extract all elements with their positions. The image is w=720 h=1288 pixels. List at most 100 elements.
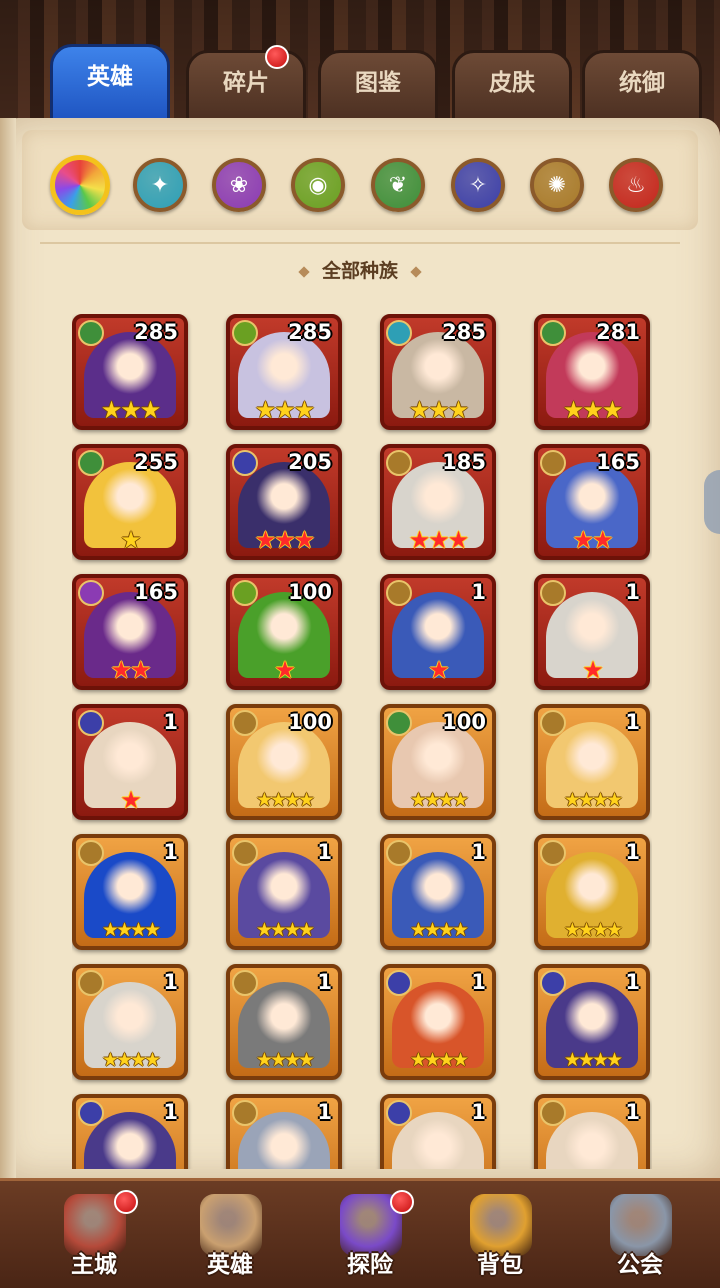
star-rating: ★★★★ [101,1049,161,1071]
hero-card[interactable]: 1 [380,1094,496,1169]
hero-card[interactable]: 1 [226,1094,342,1169]
star-rating: ★ [120,526,142,554]
race-badge-icon [386,450,412,476]
hero-level: 1 [625,710,640,734]
hero-level: 165 [596,450,640,474]
hero-level: 1 [317,970,332,994]
nav-castle[interactable]: 主城 [34,1190,154,1285]
hero-card[interactable]: 1 ★ [380,574,496,690]
nav-label: 背包 [477,1252,523,1278]
race-badge-icon [540,580,566,606]
all-races-icon[interactable] [50,155,110,215]
hero-card[interactable]: 1 ★★★★ [72,834,188,950]
hero-card[interactable]: 165 ★★ [72,574,188,690]
hero-card[interactable]: 185 ★★★ [380,444,496,560]
tab-label: 皮肤 [489,70,535,96]
race-badge-icon [232,710,258,736]
side-drawer-handle[interactable] [704,470,720,534]
hero-card[interactable]: 1 ★★★★ [380,834,496,950]
hero-card[interactable]: 1 ★ [534,574,650,690]
hero-card[interactable]: 100 ★★★★ [380,704,496,820]
hero-card[interactable]: 1 ★★★★ [226,834,342,950]
diamond-right-icon [410,265,422,278]
notification-dot-icon [390,1190,414,1214]
star-rating: ★★★★ [409,789,469,811]
hero-card[interactable]: 1 ★★★★ [534,834,650,950]
hero-card[interactable]: 1 ★★★★ [534,964,650,1080]
star-rating: ★★★★ [563,789,623,811]
race-badge-icon [540,320,566,346]
hero-card[interactable]: 1 ★★★★ [72,964,188,1080]
eye-race-icon[interactable]: ◉ [291,158,345,212]
hero-level: 255 [134,450,178,474]
hero-level: 1 [163,1100,178,1124]
hero-level: 165 [134,580,178,604]
hero-card[interactable]: 1 ★★★★ [380,964,496,1080]
race-badge-icon [78,970,104,996]
hero-level: 285 [134,320,178,344]
star-rating: ★★★★ [255,789,315,811]
hero-level: 100 [288,710,332,734]
dark-race-icon[interactable]: ✧ [451,158,505,212]
tab-2[interactable]: 碎片 [186,45,306,128]
hero-level: 1 [317,840,332,864]
fire-race-icon[interactable]: ♨ [609,158,663,212]
tab-1[interactable]: 英雄 [50,44,170,122]
star-rating: ★★★★ [255,1049,315,1071]
hero-card[interactable]: 285 ★★★ [226,314,342,430]
hero-card[interactable]: 281 ★★★ [534,314,650,430]
hero-card[interactable]: 205 ★★★ [226,444,342,560]
hero-level: 205 [288,450,332,474]
race-badge-icon [232,840,258,866]
race-badge-icon [78,580,104,606]
hero-card[interactable]: 100 ★★★★ [226,704,342,820]
hero-card[interactable]: 285 ★★★ [380,314,496,430]
star-rating: ★★★★ [409,1049,469,1071]
nav-label: 探险 [347,1252,393,1278]
hero-level: 285 [442,320,486,344]
nav-hero-portrait[interactable]: 英雄 [170,1190,290,1285]
hero-grid: 285 ★★★ 285 ★★★ 285 ★★★ 281 ★★★ 255 ★ 205 ★★★ 185 ★★★… [72,314,652,1169]
tab-3[interactable]: 图鉴 [318,50,438,128]
hero-level: 1 [625,840,640,864]
nav-backpack[interactable]: 背包 [440,1190,560,1285]
hero-level: 1 [163,710,178,734]
star-rating: ★ [428,656,450,684]
notification-dot-icon [265,45,289,69]
hero-card[interactable]: 255 ★ [72,444,188,560]
tab-5[interactable]: 统御 [582,50,702,128]
top-tabs: 英雄 碎片 图鉴 皮肤 统御 [50,40,702,130]
hero-card[interactable]: 165 ★★ [534,444,650,560]
hero-card[interactable]: 1 [534,1094,650,1169]
star-rating: ★★★ [100,396,162,424]
hero-card[interactable]: 1 ★★★★ [226,964,342,1080]
water-race-icon[interactable]: ✦ [133,158,187,212]
leaf-race-icon[interactable]: ❦ [371,158,425,212]
hero-card[interactable]: 1 ★★★★ [534,704,650,820]
star-rating: ★★★★ [101,919,161,941]
tab-4[interactable]: 皮肤 [452,50,572,128]
star-rating: ★★★ [408,526,470,554]
nav-label: 主城 [71,1252,117,1278]
hero-level: 1 [625,1100,640,1124]
star-rating: ★★ [110,656,151,684]
race-badge-icon [78,840,104,866]
nav-portal[interactable]: 探险 [310,1190,430,1285]
nav-label: 英雄 [207,1252,253,1278]
light-race-icon[interactable]: ✺ [530,158,584,212]
hero-card[interactable]: 1 [72,1094,188,1169]
hero-card[interactable]: 100 ★ [226,574,342,690]
star-rating: ★★★ [408,396,470,424]
tab-label: 统御 [619,70,665,96]
hero-level: 1 [471,840,486,864]
race-badge-icon [386,320,412,346]
purple-race-icon[interactable]: ❀ [212,158,266,212]
nav-guild-tower[interactable]: 公会 [580,1190,700,1285]
race-badge-icon [78,450,104,476]
race-badge-icon [540,970,566,996]
hero-card[interactable]: 285 ★★★ [72,314,188,430]
race-badge-icon [78,320,104,346]
hero-level: 285 [288,320,332,344]
hero-card[interactable]: 1 ★ [72,704,188,820]
race-badge-icon [232,1100,258,1126]
